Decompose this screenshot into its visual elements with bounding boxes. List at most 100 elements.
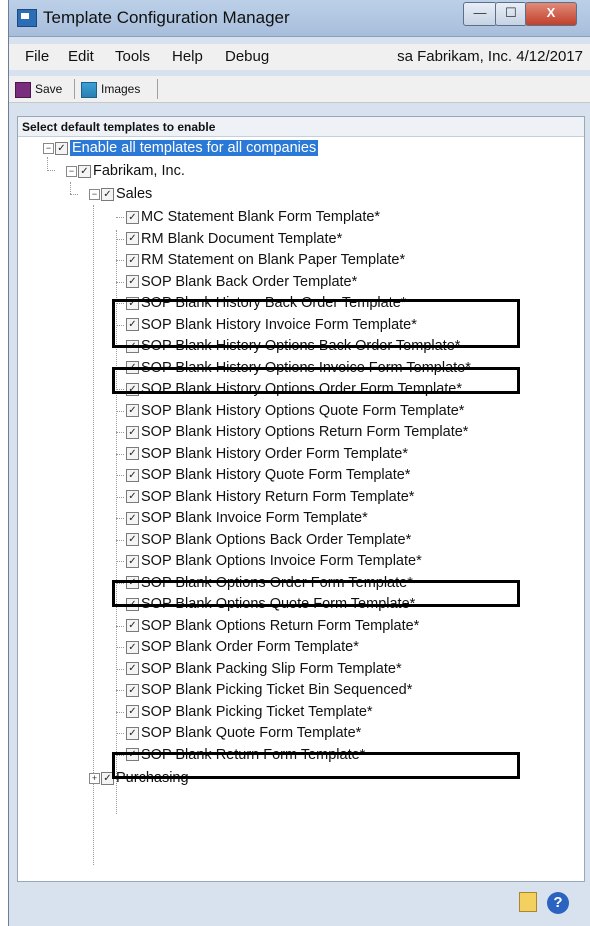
annotation-box xyxy=(112,367,520,394)
template-label: SOP Blank Options Back Order Template* xyxy=(141,531,412,548)
tree-line xyxy=(116,733,124,734)
checkbox[interactable]: ✓ xyxy=(55,141,68,155)
template-item[interactable]: ✓ SOP Blank History Return Form Template* xyxy=(112,486,414,508)
template-item[interactable]: ✓ SOP Blank Packing Slip Form Template* xyxy=(112,658,402,680)
menu-help[interactable]: Help xyxy=(172,48,203,65)
minimize-button[interactable]: — xyxy=(463,2,497,26)
tree-line xyxy=(116,561,124,562)
template-item[interactable]: ✓ SOP Blank History Options Quote Form Te… xyxy=(112,400,464,422)
module-label: Sales xyxy=(116,186,153,202)
images-icon xyxy=(81,81,97,98)
tree-line xyxy=(116,475,124,476)
menu-debug[interactable]: Debug xyxy=(225,48,269,65)
menu-tools[interactable]: Tools xyxy=(115,48,150,65)
tree-line xyxy=(116,496,124,498)
panel-header: Select default templates to enable xyxy=(18,117,584,137)
template-label: SOP Blank Picking Ticket Bin Sequenced* xyxy=(141,682,413,698)
template-item[interactable]: ✓ SOP Blank Order Form Template* xyxy=(112,636,359,658)
tree-root-all-companies[interactable]: − ✓ Enable all templates for all companies xyxy=(43,137,319,159)
tree-line xyxy=(70,182,71,194)
menu-bar: File Edit Tools Help Debug sa Fabrikam, … xyxy=(9,44,590,70)
annotation-box xyxy=(112,752,520,779)
note-icon[interactable] xyxy=(519,892,537,912)
template-label: SOP Blank Options Invoice Form Template* xyxy=(141,553,422,569)
template-item[interactable]: ✓ SOP Blank History Quote Form Template* xyxy=(112,464,410,486)
tree-line xyxy=(116,668,124,670)
checkbox[interactable]: ✓ xyxy=(126,490,139,504)
template-item[interactable]: ✓ SOP Blank Options Invoice Form Template… xyxy=(112,550,422,572)
session-status: sa Fabrikam, Inc. 4/12/2017 xyxy=(397,48,583,65)
template-label: RM Statement on Blank Paper Template* xyxy=(141,252,406,268)
template-item[interactable]: ✓ SOP Blank Quote Form Template* xyxy=(112,722,361,744)
help-icon[interactable]: ? xyxy=(547,892,569,914)
checkbox[interactable]: ✓ xyxy=(126,275,139,289)
tree-line xyxy=(116,647,124,648)
save-button[interactable]: Save xyxy=(15,79,62,99)
checkbox[interactable]: ✓ xyxy=(126,705,139,719)
template-item[interactable]: ✓ SOP Blank History Options Return Form T… xyxy=(112,421,468,443)
template-item[interactable]: ✓ SOP Blank Options Back Order Template* xyxy=(112,529,411,551)
tree-line xyxy=(116,410,124,412)
tree-line xyxy=(116,238,124,240)
collapse-icon[interactable]: − xyxy=(43,142,54,154)
checkbox[interactable]: ✓ xyxy=(126,726,139,740)
images-button[interactable]: Images xyxy=(81,79,140,99)
template-item[interactable]: ✓ SOP Blank Invoice Form Template* xyxy=(112,507,368,529)
checkbox[interactable]: ✓ xyxy=(126,232,139,246)
expand-icon[interactable]: + xyxy=(89,772,100,784)
menu-edit[interactable]: Edit xyxy=(68,48,94,65)
collapse-icon[interactable]: − xyxy=(89,188,100,200)
template-item[interactable]: ✓ MC Statement Blank Form Template* xyxy=(112,206,380,228)
tree-company[interactable]: − ✓ Fabrikam, Inc. xyxy=(66,160,185,182)
template-item[interactable]: ✓ SOP Blank Picking Ticket Template* xyxy=(112,701,373,723)
template-label: SOP Blank Options Return Form Template* xyxy=(141,617,420,634)
checkbox[interactable]: ✓ xyxy=(126,619,139,633)
checkbox[interactable]: ✓ xyxy=(126,554,139,568)
template-label: SOP Blank History Quote Form Template* xyxy=(141,467,411,483)
checkbox[interactable]: ✓ xyxy=(126,533,139,547)
template-item[interactable]: ✓ RM Blank Document Template* xyxy=(112,228,342,250)
template-label: SOP Blank Back Order Template* xyxy=(141,273,358,290)
annotation-box xyxy=(112,299,520,348)
checkbox[interactable]: ✓ xyxy=(126,468,139,482)
tree-line xyxy=(116,539,124,541)
toolbar-separator xyxy=(74,79,75,99)
title-bar: Template Configuration Manager — ☐ X xyxy=(9,0,590,37)
maximize-button[interactable]: ☐ xyxy=(495,2,527,26)
checkbox[interactable]: ✓ xyxy=(126,683,139,697)
tree-line xyxy=(116,281,124,283)
template-label: SOP Blank History Options Return Form Te… xyxy=(141,424,469,440)
checkbox[interactable]: ✓ xyxy=(78,164,91,178)
template-item[interactable]: ✓ SOP Blank History Order Form Template* xyxy=(112,443,408,465)
template-item[interactable]: ✓ SOP Blank Options Return Form Template* xyxy=(112,615,419,637)
checkbox[interactable]: ✓ xyxy=(126,210,139,224)
checkbox[interactable]: ✓ xyxy=(126,425,139,439)
tree-line xyxy=(116,217,124,218)
menu-file[interactable]: File xyxy=(25,48,49,65)
template-item[interactable]: ✓ SOP Blank Back Order Template* xyxy=(112,271,357,293)
checkbox[interactable]: ✓ xyxy=(126,662,139,676)
images-label: Images xyxy=(101,82,141,96)
annotation-box xyxy=(112,580,520,607)
close-button[interactable]: X xyxy=(525,2,577,26)
toolbar: Save Images xyxy=(9,76,590,103)
templates-panel: Select default templates to enable − ✓ Ena… xyxy=(17,116,585,882)
toolbar-separator xyxy=(157,79,158,99)
collapse-icon[interactable]: − xyxy=(66,165,77,177)
template-icon xyxy=(17,9,37,27)
tree-line xyxy=(47,170,55,171)
checkbox[interactable]: ✓ xyxy=(101,187,114,201)
tree-line xyxy=(116,690,124,691)
save-label: Save xyxy=(35,82,63,96)
tree-line xyxy=(70,194,78,195)
template-item[interactable]: ✓ RM Statement on Blank Paper Template* xyxy=(112,249,405,271)
checkbox[interactable]: ✓ xyxy=(126,640,139,654)
template-item[interactable]: ✓ SOP Blank Picking Ticket Bin Sequenced* xyxy=(112,679,412,701)
checkbox[interactable]: ✓ xyxy=(126,404,139,418)
tree-module-sales[interactable]: − ✓ Sales xyxy=(89,183,152,205)
checkbox[interactable]: ✓ xyxy=(126,511,139,525)
checkbox[interactable]: ✓ xyxy=(126,447,139,461)
checkbox[interactable]: ✓ xyxy=(126,253,139,267)
tree-line xyxy=(116,432,124,433)
window-title: Template Configuration Manager xyxy=(43,8,290,27)
